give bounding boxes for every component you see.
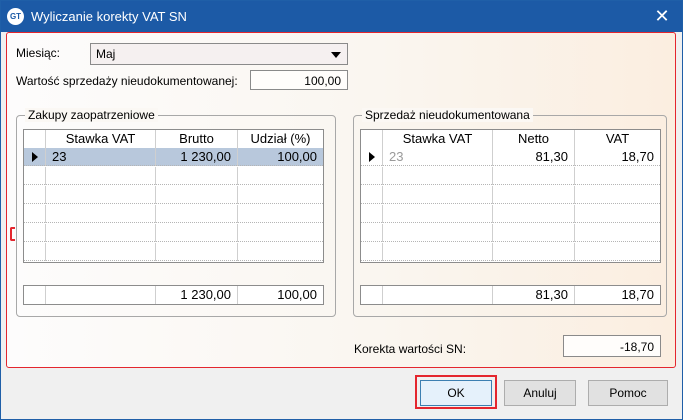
correction-field[interactable]: -18,70 [563, 335, 661, 357]
sales-grid[interactable]: Stawka VAT Netto VAT 23 81,30 18,70 [360, 129, 661, 263]
purchases-title: Zakupy zaopatrzeniowe [25, 108, 158, 122]
table-row[interactable]: 23 81,30 18,70 [361, 148, 660, 166]
sales-header: Stawka VAT Netto VAT [361, 130, 660, 148]
help-button[interactable]: Pomoc [588, 380, 668, 406]
title-bar[interactable]: GT Wyliczanie korekty VAT SN ✕ [1, 1, 682, 32]
column-header[interactable]: Netto [493, 130, 575, 148]
close-icon[interactable]: ✕ [652, 6, 672, 26]
form-panel: Miesiąc: Maj Wartość sprzedaży nieudokum… [6, 32, 676, 368]
ok-button[interactable]: OK [420, 380, 492, 406]
window-title: Wyliczanie korekty VAT SN [31, 9, 187, 24]
total-net: 81,30 [493, 286, 575, 304]
table-row[interactable] [361, 224, 660, 242]
table-row[interactable] [24, 186, 323, 204]
total-gross: 1 230,00 [156, 286, 238, 304]
sales-title: Sprzedaż nieudokumentowana [362, 108, 533, 122]
column-header[interactable]: Stawka VAT [46, 130, 156, 148]
purchases-header: Stawka VAT Brutto Udział (%) [24, 130, 323, 148]
app-icon: GT [7, 8, 24, 25]
undoc-sales-field[interactable]: 100,00 [250, 70, 348, 90]
purchases-totals: 1 230,00 100,00 [23, 285, 324, 305]
table-row[interactable] [24, 243, 323, 261]
chevron-down-icon[interactable] [331, 52, 341, 58]
column-header[interactable]: Brutto [156, 130, 238, 148]
current-row-icon [369, 152, 375, 162]
table-row[interactable] [24, 224, 323, 242]
current-row-icon [32, 152, 38, 162]
table-row[interactable] [24, 205, 323, 223]
table-row[interactable] [24, 167, 323, 185]
column-header[interactable]: Stawka VAT [383, 130, 493, 148]
column-header[interactable]: Udział (%) [238, 130, 323, 148]
sales-totals: 81,30 18,70 [360, 285, 661, 305]
month-label: Miesiąc: [16, 46, 61, 60]
row-marker-cell [24, 148, 46, 166]
table-row[interactable] [361, 186, 660, 204]
month-value: Maj [96, 47, 116, 61]
total-vat: 18,70 [621, 287, 654, 302]
purchases-grid[interactable]: Stawka VAT Brutto Udział (%) 23 1 230,00… [23, 129, 324, 263]
table-row[interactable] [361, 205, 660, 223]
totals-row: 1 230,00 100,00 [24, 286, 323, 304]
row-marker-cell [361, 148, 383, 166]
cell-gross[interactable]: 1 230,00 [156, 148, 238, 166]
column-header[interactable]: VAT [575, 130, 660, 148]
totals-row: 81,30 18,70 [361, 286, 660, 304]
cell-vat[interactable]: 18,70 [575, 148, 660, 166]
cell-net[interactable]: 81,30 [493, 148, 575, 166]
cell-vat-rate[interactable]: 23 [383, 148, 493, 166]
dialog-window: GT Wyliczanie korekty VAT SN ✕ Miesiąc: … [0, 0, 683, 420]
correction-label: Korekta wartości SN: [354, 342, 467, 356]
table-row[interactable]: 23 1 230,00 100,00 [24, 148, 323, 166]
table-row[interactable] [361, 167, 660, 185]
month-dropdown[interactable]: Maj [90, 43, 348, 65]
cell-vat-rate[interactable]: 23 [46, 148, 156, 166]
cancel-button[interactable]: Anuluj [504, 380, 576, 406]
table-row[interactable] [361, 243, 660, 261]
cell-share[interactable]: 100,00 [238, 148, 323, 166]
undoc-sales-label: Wartość sprzedaży nieudokumentowanej: [16, 74, 238, 88]
panel-marker [10, 227, 15, 241]
total-share: 100,00 [277, 287, 317, 302]
